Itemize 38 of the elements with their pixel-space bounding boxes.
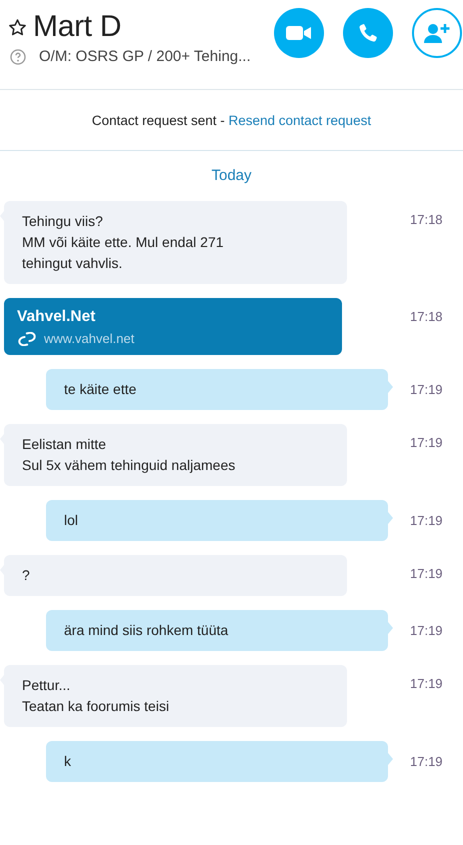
add-contact-icon: [423, 22, 451, 44]
message-text: Sul 5x vähem tehinguid naljamees: [22, 456, 236, 475]
message-time: 17:18: [410, 309, 443, 324]
link-icon: [17, 332, 37, 346]
video-call-button[interactable]: [274, 8, 324, 58]
message-time: 17:19: [410, 754, 443, 769]
message-text: ?: [22, 566, 31, 585]
notice-text: Contact request sent -: [92, 112, 226, 128]
message-text: k: [64, 752, 72, 771]
resend-link[interactable]: Resend contact request: [228, 112, 372, 128]
message-time: 17:19: [410, 513, 443, 528]
star-icon[interactable]: [9, 18, 26, 36]
question-mark-icon: [10, 48, 26, 64]
message-time: 17:19: [410, 623, 443, 638]
message-text: lol: [64, 511, 80, 530]
message-text: MM või käite ette. Mul endal 271: [22, 233, 225, 252]
message-text: tehingut vahvlis.: [22, 254, 124, 273]
message-text: Eelistan mitte: [22, 435, 108, 454]
contact-name: Mart D: [33, 10, 122, 44]
message-text: Tehingu viis?: [22, 212, 104, 231]
video-camera-icon: [286, 25, 312, 41]
link-preview-card[interactable]: Vahvel.Net www.vahvel.net: [4, 298, 342, 355]
message-text: Teatan ka foorumis teisi: [22, 697, 170, 716]
message-text: ära mind siis rohkem tüüta: [64, 621, 230, 640]
message-time: 17:19: [410, 435, 443, 450]
add-contact-button[interactable]: [412, 8, 462, 58]
message-time: 17:19: [410, 676, 443, 691]
phone-icon: [357, 22, 379, 44]
message-text: te käite ette: [64, 380, 138, 399]
message-time: 17:19: [410, 566, 443, 581]
link-url: www.vahvel.net: [44, 331, 134, 346]
date-divider: Today: [211, 167, 252, 184]
message-time: 17:18: [410, 212, 443, 227]
message-text: Pettur...: [22, 676, 72, 695]
mood-message: O/M: OSRS GP / 200+ Tehing...: [39, 48, 251, 65]
message-time: 17:19: [410, 382, 443, 397]
call-button[interactable]: [343, 8, 393, 58]
link-title: Vahvel.Net: [17, 307, 96, 327]
